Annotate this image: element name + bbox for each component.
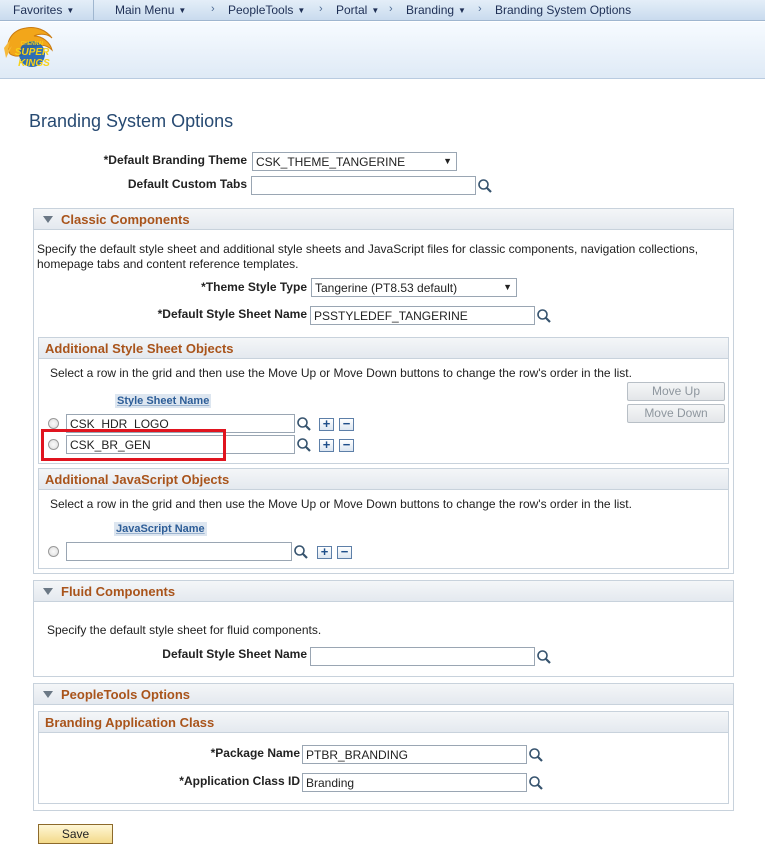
application-class-id-input[interactable] — [302, 773, 527, 792]
add-row-button[interactable]: + — [319, 417, 334, 431]
search-icon[interactable] — [296, 416, 312, 432]
search-icon[interactable] — [296, 437, 312, 453]
application-class-id-label: *Application Class ID — [179, 774, 300, 788]
collapse-icon[interactable] — [43, 216, 53, 223]
style-sheet-column-header[interactable]: Style Sheet Name — [115, 394, 212, 408]
classic-description-line2: homepage tabs and content reference temp… — [37, 257, 299, 271]
delete-row-button[interactable]: − — [337, 545, 352, 559]
nav-divider — [93, 0, 94, 21]
breadcrumb-separator: › — [478, 3, 482, 15]
search-icon[interactable] — [528, 775, 544, 791]
group-title: Fluid Components — [61, 584, 176, 599]
chevron-down-icon: ▼ — [297, 6, 306, 15]
chevron-down-icon: ▼ — [503, 282, 512, 292]
delete-row-button[interactable]: − — [339, 417, 354, 431]
javascript-instruction: Select a row in the grid and then use th… — [50, 497, 632, 511]
breadcrumb-label: Portal — [336, 3, 368, 17]
select-value: Tangerine (PT8.53 default) — [315, 281, 458, 295]
row-select-radio[interactable] — [48, 546, 59, 557]
package-name-label: *Package Name — [210, 746, 300, 760]
breadcrumb-separator: › — [211, 3, 215, 15]
delete-row-button[interactable]: − — [339, 438, 354, 452]
logo-text-mid: SUPER — [15, 47, 50, 58]
default-branding-theme-label: *Default Branding Theme — [103, 153, 247, 167]
row-select-radio[interactable] — [48, 418, 59, 429]
breadcrumb-branding[interactable]: Branding ▼ — [406, 3, 466, 17]
search-icon[interactable] — [528, 747, 544, 763]
group-title: Additional JavaScript Objects — [45, 472, 230, 487]
search-icon[interactable] — [293, 544, 309, 560]
move-up-button[interactable]: Move Up — [627, 382, 725, 401]
breadcrumb-separator: › — [389, 3, 393, 15]
group-title: Additional Style Sheet Objects — [45, 341, 234, 356]
move-down-button[interactable]: Move Down — [627, 404, 725, 423]
save-button[interactable]: Save — [38, 824, 113, 844]
breadcrumb-label: PeopleTools — [228, 3, 294, 17]
main-menu-label: Main Menu — [115, 3, 175, 17]
default-custom-tabs-label: Default Custom Tabs — [127, 177, 247, 191]
favorites-label: Favorites — [13, 3, 63, 17]
default-style-sheet-label: *Default Style Sheet Name — [157, 307, 307, 321]
highlight-annotation-box — [41, 429, 226, 461]
fluid-default-style-sheet-input[interactable] — [310, 647, 535, 666]
javascript-column-header[interactable]: JavaScript Name — [114, 522, 207, 536]
breadcrumb-portal[interactable]: Portal ▼ — [336, 3, 379, 17]
chevron-down-icon: ▼ — [443, 156, 452, 166]
page-title: Branding System Options — [29, 111, 234, 131]
breadcrumb-peopletools[interactable]: PeopleTools ▼ — [228, 3, 305, 17]
breadcrumb-current: Branding System Options — [495, 3, 631, 17]
branding-header: CHENNAI SUPER KINGS — [0, 22, 765, 79]
group-title: PeopleTools Options — [61, 687, 191, 702]
search-icon[interactable] — [536, 649, 552, 665]
chevron-down-icon: ▼ — [458, 6, 466, 15]
logo-text-bottom: KINGS — [18, 58, 50, 69]
collapse-icon[interactable] — [43, 588, 53, 595]
fluid-description: Specify the default style sheet for flui… — [47, 623, 322, 637]
chevron-down-icon: ▼ — [66, 6, 75, 15]
chevron-down-icon: ▼ — [371, 6, 380, 15]
search-icon[interactable] — [477, 178, 493, 194]
breadcrumb-label: Branding — [406, 3, 455, 17]
select-value: CSK_THEME_TANGERINE — [256, 155, 406, 169]
main-menu[interactable]: Main Menu ▼ — [115, 3, 186, 17]
theme-style-type-select[interactable]: Tangerine (PT8.53 default) ▼ — [311, 278, 517, 297]
breadcrumb-label: Branding System Options — [495, 3, 632, 17]
group-title: Classic Components — [61, 212, 190, 227]
default-custom-tabs-input[interactable] — [251, 176, 476, 195]
style-sheet-instruction: Select a row in the grid and then use th… — [50, 366, 632, 380]
add-row-button[interactable]: + — [317, 545, 332, 559]
search-icon[interactable] — [536, 308, 552, 324]
chevron-down-icon: ▼ — [178, 6, 187, 15]
navigation-bar: Favorites ▼ Main Menu ▼ › PeopleTools ▼ › P… — [0, 0, 765, 21]
super-kings-logo: CHENNAI SUPER KINGS — [4, 27, 53, 69]
fluid-default-style-sheet-label: Default Style Sheet Name — [162, 647, 307, 661]
javascript-name-input[interactable] — [66, 542, 292, 561]
favorites-menu[interactable]: Favorites ▼ — [13, 3, 74, 17]
default-branding-theme-select[interactable]: CSK_THEME_TANGERINE ▼ — [252, 152, 457, 171]
classic-description-line1: Specify the default style sheet and addi… — [37, 242, 699, 256]
add-row-button[interactable]: + — [319, 438, 334, 452]
theme-style-type-label: *Theme Style Type — [201, 280, 307, 294]
default-style-sheet-input[interactable] — [310, 306, 535, 325]
breadcrumb-separator: › — [319, 3, 323, 15]
collapse-icon[interactable] — [43, 691, 53, 698]
package-name-input[interactable] — [302, 745, 527, 764]
group-title: Branding Application Class — [45, 715, 215, 730]
